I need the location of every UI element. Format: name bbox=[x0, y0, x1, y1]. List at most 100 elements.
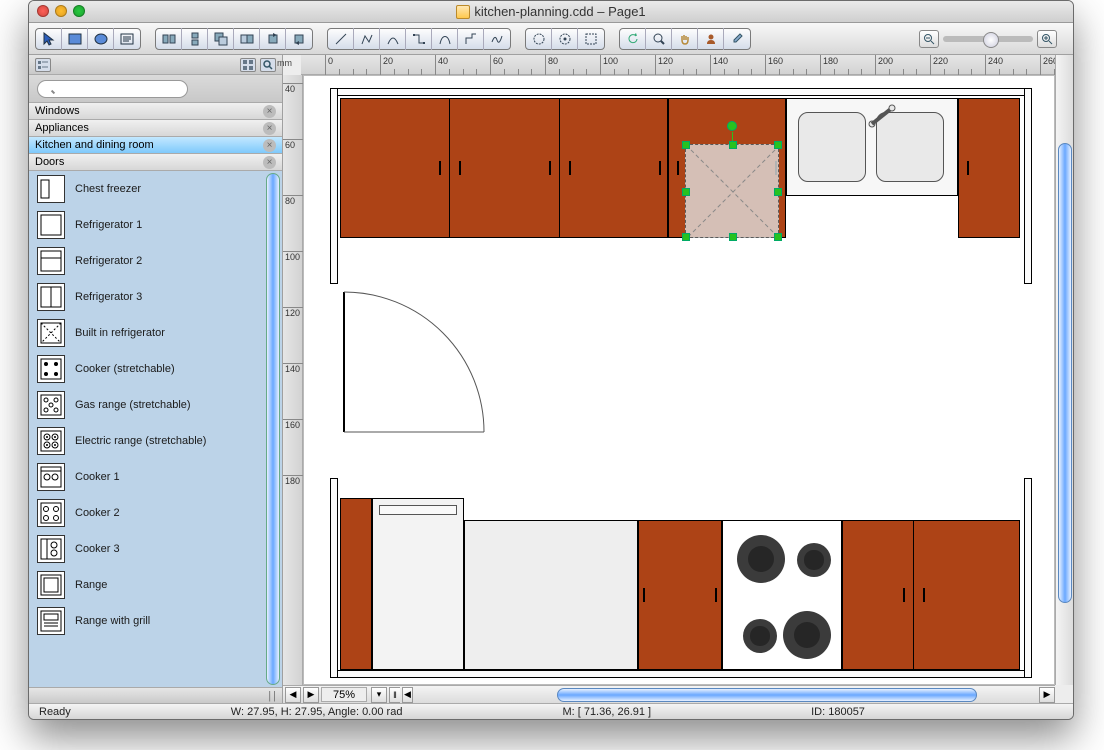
document-icon bbox=[456, 5, 470, 19]
connector-tool[interactable] bbox=[406, 28, 432, 50]
library-search-icon[interactable] bbox=[260, 58, 276, 72]
library-item[interactable]: Cooker (stretchable) bbox=[29, 351, 282, 387]
snap-grid-button[interactable] bbox=[526, 28, 552, 50]
library-item-icon bbox=[37, 499, 65, 527]
vertical-scrollbar[interactable] bbox=[1055, 55, 1073, 685]
zoom-level[interactable]: 75% bbox=[321, 687, 367, 702]
eyedropper-tool[interactable] bbox=[724, 28, 750, 50]
pointer-tool[interactable] bbox=[36, 28, 62, 50]
resize-handle-se[interactable] bbox=[774, 233, 782, 241]
arc-tool[interactable] bbox=[380, 28, 406, 50]
hscroll-left[interactable]: ◀ bbox=[402, 687, 413, 703]
horizontal-scrollbar[interactable]: ◀ ▶ 75% ▾ ‖◀ ▶ bbox=[283, 685, 1055, 703]
align-button[interactable] bbox=[156, 28, 182, 50]
lower-cabinet-slim[interactable] bbox=[340, 498, 372, 670]
hscroll-track[interactable] bbox=[417, 688, 1033, 702]
resize-handle-s[interactable] bbox=[729, 233, 737, 241]
zoom-dropdown[interactable]: ▾ bbox=[371, 687, 387, 703]
polyline-tool[interactable] bbox=[354, 28, 380, 50]
zoom-slider-group bbox=[919, 30, 1057, 48]
resize-handle-e[interactable] bbox=[774, 188, 782, 196]
category-label: Windows bbox=[35, 105, 80, 117]
resize-handle-w[interactable] bbox=[682, 188, 690, 196]
close-icon[interactable] bbox=[37, 5, 49, 17]
bring-front-button[interactable] bbox=[260, 28, 286, 50]
user-tool[interactable] bbox=[698, 28, 724, 50]
sidebar-resize-grip[interactable]: || bbox=[29, 687, 282, 703]
resize-handle-nw[interactable] bbox=[682, 141, 690, 149]
category-appliances[interactable]: Appliances× bbox=[29, 120, 282, 137]
distribute-button[interactable] bbox=[182, 28, 208, 50]
send-back-button[interactable] bbox=[286, 28, 312, 50]
category-label: Kitchen and dining room bbox=[35, 139, 154, 151]
library-item[interactable]: Cooker 3 bbox=[29, 531, 282, 567]
category-close-icon[interactable]: × bbox=[263, 105, 276, 118]
hscroll-right[interactable]: ▶ bbox=[1039, 687, 1055, 703]
page-prev-button[interactable]: ◀ bbox=[285, 687, 301, 703]
library-item[interactable]: Chest freezer bbox=[29, 171, 282, 207]
ungroup-button[interactable] bbox=[234, 28, 260, 50]
category-close-icon[interactable]: × bbox=[263, 122, 276, 135]
category-kitchen-and-dining-room[interactable]: Kitchen and dining room × bbox=[29, 137, 282, 154]
ellipse-tool[interactable] bbox=[88, 28, 114, 50]
zoom-out-button[interactable] bbox=[919, 30, 939, 48]
resize-handle-sw[interactable] bbox=[682, 233, 690, 241]
lower-cabinet-mid[interactable] bbox=[638, 520, 722, 670]
snap-node-button[interactable] bbox=[552, 28, 578, 50]
ortho-tool[interactable] bbox=[458, 28, 484, 50]
library-item-icon bbox=[37, 355, 65, 383]
lower-cabinet-right[interactable] bbox=[842, 520, 1020, 670]
pan-tool[interactable] bbox=[672, 28, 698, 50]
library-item[interactable]: Cooker 2 bbox=[29, 495, 282, 531]
hscroll-thumb[interactable] bbox=[557, 688, 977, 702]
zoom-tool[interactable] bbox=[646, 28, 672, 50]
drawing-canvas[interactable] bbox=[303, 75, 1055, 685]
door-swing[interactable] bbox=[344, 286, 494, 441]
library-item[interactable]: Refrigerator 1 bbox=[29, 207, 282, 243]
upper-cabinet-left[interactable] bbox=[340, 98, 668, 238]
minimize-icon[interactable] bbox=[55, 5, 67, 17]
zoom-slider[interactable] bbox=[943, 36, 1033, 42]
library-tree-icon[interactable] bbox=[35, 58, 51, 72]
upper-cabinet-end[interactable] bbox=[958, 98, 1020, 238]
library-item[interactable]: Built in refrigerator bbox=[29, 315, 282, 351]
library-item-icon bbox=[37, 391, 65, 419]
zoom-in-button[interactable] bbox=[1037, 30, 1057, 48]
selected-shape[interactable] bbox=[685, 144, 779, 238]
resize-handle-ne[interactable] bbox=[774, 141, 782, 149]
category-windows[interactable]: Windows × bbox=[29, 103, 282, 120]
stove[interactable] bbox=[722, 520, 842, 670]
rectangle-tool[interactable] bbox=[62, 28, 88, 50]
library-item-icon bbox=[37, 607, 65, 635]
toolbar bbox=[29, 23, 1073, 55]
library-item-icon bbox=[37, 283, 65, 311]
spline-tool[interactable] bbox=[484, 28, 510, 50]
category-doors[interactable]: Doors× bbox=[29, 154, 282, 171]
rotation-handle[interactable] bbox=[727, 121, 737, 131]
library-item[interactable]: Range with grill bbox=[29, 603, 282, 639]
library-scrollbar[interactable] bbox=[266, 173, 280, 685]
refrigerator[interactable] bbox=[372, 498, 464, 670]
resize-handle-n[interactable] bbox=[729, 141, 737, 149]
library-item-icon bbox=[37, 247, 65, 275]
library-item[interactable]: Electric range (stretchable) bbox=[29, 423, 282, 459]
library-item[interactable]: Range bbox=[29, 567, 282, 603]
library-item[interactable]: Refrigerator 2 bbox=[29, 243, 282, 279]
category-close-icon[interactable]: × bbox=[263, 156, 276, 169]
category-close-icon[interactable]: × bbox=[263, 139, 276, 152]
group-button[interactable] bbox=[208, 28, 234, 50]
library-item[interactable]: Refrigerator 3 bbox=[29, 279, 282, 315]
refresh-button[interactable] bbox=[620, 28, 646, 50]
library-item[interactable]: Gas range (stretchable) bbox=[29, 387, 282, 423]
library-item[interactable]: Cooker 1 bbox=[29, 459, 282, 495]
bezier-tool[interactable] bbox=[432, 28, 458, 50]
snap-edge-button[interactable] bbox=[578, 28, 604, 50]
hscroll-grip[interactable]: ‖ bbox=[389, 687, 400, 703]
page-next-button[interactable]: ▶ bbox=[303, 687, 319, 703]
search-input[interactable] bbox=[37, 80, 188, 98]
zoom-window-icon[interactable] bbox=[73, 5, 85, 17]
text-tool[interactable] bbox=[114, 28, 140, 50]
library-grid-icon[interactable] bbox=[240, 58, 256, 72]
countertop[interactable] bbox=[464, 520, 638, 670]
line-tool[interactable] bbox=[328, 28, 354, 50]
